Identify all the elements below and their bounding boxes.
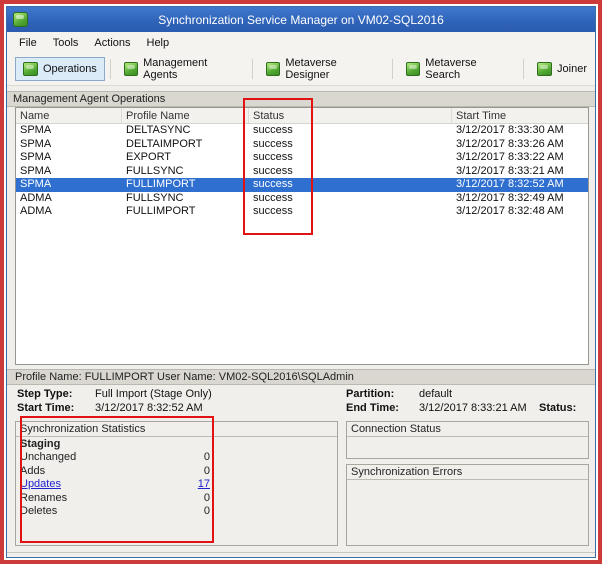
step-type-label: Step Type:	[17, 388, 73, 400]
metaverse-designer-icon	[266, 62, 281, 76]
sync-errors-box: Synchronization Errors	[346, 464, 589, 546]
cell-name: SPMA	[20, 178, 52, 190]
window-title: Synchronization Service Manager on VM02-…	[158, 12, 444, 27]
cell-start-time: 3/12/2017 8:33:26 AM	[456, 137, 564, 150]
column-header-start-time[interactable]: Start Time	[452, 108, 588, 123]
metaverse-search-icon	[405, 62, 421, 76]
cell-name: SPMA	[20, 151, 52, 163]
partition-label: Partition:	[346, 388, 395, 400]
details-header: Profile Name: FULLIMPORT User Name: VM02…	[7, 369, 595, 385]
joiner-icon	[537, 62, 553, 76]
metaverse-designer-button-label: Metaverse Designer	[285, 57, 337, 81]
management-agents-button-label: Management Agents	[143, 57, 208, 81]
cell-profile: FULLSYNC	[126, 164, 184, 177]
partition-value: default	[419, 388, 453, 400]
sync-errors-title: Synchronization Errors	[347, 465, 588, 480]
menubar: File Tools Actions Help	[7, 32, 595, 53]
menu-item-actions[interactable]: Actions	[86, 34, 138, 52]
toolbar-separator	[252, 59, 253, 79]
operations-button[interactable]: Operations	[15, 57, 105, 81]
joiner-button[interactable]: Joiner	[529, 57, 595, 81]
cell-name: SPMA	[20, 124, 52, 136]
annotation-sync-statistics	[20, 416, 214, 543]
toolbar-separator	[523, 59, 525, 79]
cell-profile: DELTAIMPORT	[126, 137, 203, 150]
annotation-status-column	[243, 98, 313, 235]
cell-start-time: 3/12/2017 8:33:30 AM	[456, 124, 564, 136]
end-time-value: 3/12/2017 8:33:21 AM	[419, 402, 527, 414]
menu-item-help[interactable]: Help	[139, 34, 178, 52]
cell-start-time: 3/12/2017 8:32:49 AM	[456, 191, 564, 204]
cell-profile: FULLIMPORT	[126, 205, 196, 217]
cell-start-time: 3/12/2017 8:32:48 AM	[456, 205, 564, 217]
column-header-name[interactable]: Name	[16, 108, 122, 123]
start-time-label: Start Time:	[17, 402, 75, 414]
cell-start-time: 3/12/2017 8:33:22 AM	[456, 151, 564, 163]
titlebar: Synchronization Service Manager on VM02-…	[7, 7, 595, 32]
metaverse-search-button[interactable]: Metaverse Search	[398, 52, 518, 86]
menu-item-file[interactable]: File	[11, 34, 45, 52]
management-agents-icon	[123, 62, 139, 76]
screenshot-frame: Synchronization Service Manager on VM02-…	[0, 0, 602, 564]
joiner-button-label: Joiner	[557, 63, 587, 75]
cell-profile: EXPORT	[126, 151, 172, 163]
toolbar: Operations Management Agents Metaverse D…	[7, 53, 595, 86]
connection-status-title: Connection Status	[347, 422, 588, 437]
app-icon	[13, 12, 28, 27]
cell-profile: FULLSYNC	[126, 191, 184, 204]
bottom-divider	[7, 552, 595, 553]
end-time-label: End Time:	[346, 402, 399, 414]
step-type-value: Full Import (Stage Only)	[95, 388, 212, 400]
management-agents-button[interactable]: Management Agents	[116, 52, 247, 86]
metaverse-search-button-label: Metaverse Search	[425, 57, 477, 81]
details-info: Step Type: Full Import (Stage Only) Part…	[7, 388, 595, 418]
metaverse-designer-button[interactable]: Metaverse Designer	[258, 52, 387, 86]
toolbar-separator	[391, 59, 393, 79]
cell-start-time: 3/12/2017 8:32:52 AM	[456, 178, 564, 190]
cell-name: ADMA	[20, 191, 52, 204]
connection-status-box: Connection Status	[346, 421, 589, 459]
operations-button-label: Operations	[43, 63, 97, 75]
operations-icon	[23, 62, 38, 76]
status-label: Status:	[539, 402, 577, 414]
start-time-value: 3/12/2017 8:32:52 AM	[95, 402, 203, 414]
cell-name: SPMA	[20, 164, 52, 177]
cell-name: SPMA	[20, 137, 52, 150]
cell-profile: DELTASYNC	[126, 124, 191, 136]
column-header-profile-name[interactable]: Profile Name	[122, 108, 249, 123]
toolbar-separator	[109, 59, 111, 79]
cell-name: ADMA	[20, 205, 52, 217]
cell-profile: FULLIMPORT	[126, 178, 196, 190]
cell-start-time: 3/12/2017 8:33:21 AM	[456, 164, 564, 177]
menu-item-tools[interactable]: Tools	[45, 34, 87, 52]
